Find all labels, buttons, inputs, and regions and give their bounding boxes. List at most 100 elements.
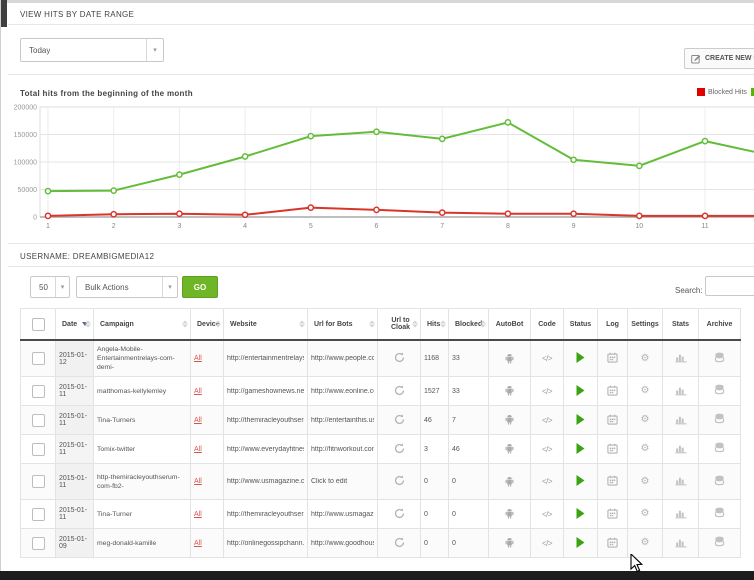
settings-cell[interactable]: ⚙ (628, 377, 663, 406)
url-to-cloak-cell[interactable] (378, 406, 421, 435)
row-checkbox[interactable] (32, 537, 45, 550)
code-cell[interactable]: </> (531, 500, 564, 529)
stats-cell[interactable] (663, 406, 699, 435)
archive-cell[interactable] (699, 377, 741, 406)
stats-cell[interactable] (663, 464, 699, 500)
device-all-link[interactable]: All (194, 478, 202, 485)
log-cell[interactable] (598, 435, 628, 464)
date-range-select[interactable]: Today ▾ (20, 38, 164, 62)
column-header-device[interactable]: Device (191, 309, 224, 341)
settings-cell[interactable]: ⚙ (628, 435, 663, 464)
url-to-cloak-cell[interactable] (378, 500, 421, 529)
log-cell[interactable] (598, 340, 628, 377)
autobot-cell[interactable] (489, 464, 531, 500)
page-size-select[interactable]: 50 ▾ (30, 276, 70, 298)
url-for-bots-cell[interactable]: Click to edit (308, 464, 378, 500)
autobot-cell[interactable] (489, 435, 531, 464)
hits-cell: 46 (421, 406, 449, 435)
log-cell[interactable] (598, 500, 628, 529)
url-for-bots-cell[interactable]: http://www.eonline.com/n... (308, 377, 378, 406)
go-button[interactable]: GO (182, 276, 218, 298)
date-value: 2015-01-12 (59, 352, 87, 366)
column-header-url-to-cloak[interactable]: Url to Cloak (378, 309, 421, 341)
url-to-cloak-cell[interactable] (378, 464, 421, 500)
url-to-cloak-cell[interactable] (378, 340, 421, 377)
row-checkbox[interactable] (32, 475, 45, 488)
url-for-bots-cell[interactable]: http://fitnworkout.com/ (308, 435, 378, 464)
stats-cell[interactable] (663, 435, 699, 464)
column-header-blocked[interactable]: Blocked (449, 309, 489, 341)
column-header-campaign[interactable]: Campaign (94, 309, 191, 341)
archive-cell[interactable] (699, 435, 741, 464)
column-header-website[interactable]: Website (224, 309, 308, 341)
sort-toggle-icon (85, 321, 91, 328)
code-cell[interactable]: </> (531, 377, 564, 406)
settings-cell[interactable]: ⚙ (628, 406, 663, 435)
code-cell[interactable]: </> (531, 340, 564, 377)
url-for-bots: http://www.eonline.com/n... (311, 388, 374, 395)
device-all-link[interactable]: All (194, 388, 202, 395)
device-all-link[interactable]: All (194, 511, 202, 518)
autobot-cell[interactable] (489, 406, 531, 435)
device-all-link[interactable]: All (194, 355, 202, 362)
column-header-code: Code (531, 309, 564, 341)
android-robot-icon (504, 507, 515, 519)
row-checkbox[interactable] (32, 443, 45, 456)
url-for-bots-cell[interactable]: http://www.usmagazine.c... (308, 500, 378, 529)
code-cell[interactable]: </> (531, 464, 564, 500)
autobot-cell[interactable] (489, 500, 531, 529)
autobot-cell[interactable] (489, 529, 531, 558)
column-header-url-for-bots[interactable]: Url for Bots (308, 309, 378, 341)
device-all-link[interactable]: All (194, 540, 202, 547)
stats-cell[interactable] (663, 340, 699, 377)
archive-cell[interactable] (699, 464, 741, 500)
column-header-archive: Archive (699, 309, 741, 341)
url-for-bots-cell[interactable]: http://www.goodhousekee... (308, 529, 378, 558)
row-checkbox[interactable] (32, 385, 45, 398)
log-cell[interactable] (598, 377, 628, 406)
settings-cell[interactable]: ⚙ (628, 500, 663, 529)
url-for-bots-cell[interactable]: http://entertainthis.usatod... (308, 406, 378, 435)
url-for-bots-cell[interactable]: http://www.people.com/ar... (308, 340, 378, 377)
create-new-campaign-button[interactable]: CREATE NEW CAMPAIGN (684, 48, 754, 69)
url-to-cloak-cell[interactable] (378, 377, 421, 406)
column-header-hits[interactable]: Hits (421, 309, 449, 341)
column-header-date[interactable]: Date (56, 309, 94, 341)
status-cell[interactable] (564, 340, 598, 377)
status-cell[interactable] (564, 529, 598, 558)
status-cell[interactable] (564, 377, 598, 406)
stats-cell[interactable] (663, 500, 699, 529)
device-all-link[interactable]: All (194, 417, 202, 424)
log-cell[interactable] (598, 529, 628, 558)
status-cell[interactable] (564, 435, 598, 464)
row-checkbox[interactable] (32, 414, 45, 427)
row-checkbox[interactable] (32, 508, 45, 521)
autobot-cell[interactable] (489, 340, 531, 377)
stats-cell[interactable] (663, 377, 699, 406)
log-cell[interactable] (598, 464, 628, 500)
bulk-actions-select[interactable]: Bulk Actions ▾ (76, 276, 178, 298)
url-to-cloak-cell[interactable] (378, 435, 421, 464)
autobot-cell[interactable] (489, 377, 531, 406)
code-cell[interactable]: </> (531, 435, 564, 464)
log-cell[interactable] (598, 406, 628, 435)
data-point (571, 211, 576, 216)
settings-cell[interactable]: ⚙ (628, 340, 663, 377)
status-cell[interactable] (564, 500, 598, 529)
bar-chart-icon (675, 414, 687, 425)
search-input[interactable] (705, 276, 754, 296)
status-cell[interactable] (564, 464, 598, 500)
code-cell[interactable]: </> (531, 406, 564, 435)
row-checkbox[interactable] (32, 352, 45, 365)
archive-cell[interactable] (699, 340, 741, 377)
settings-cell[interactable]: ⚙ (628, 464, 663, 500)
device-all-link[interactable]: All (194, 446, 202, 453)
code-cell[interactable]: </> (531, 529, 564, 558)
archive-cell[interactable] (699, 406, 741, 435)
url-to-cloak-cell[interactable] (378, 529, 421, 558)
archive-cell[interactable] (699, 529, 741, 558)
archive-cell[interactable] (699, 500, 741, 529)
status-cell[interactable] (564, 406, 598, 435)
stats-cell[interactable] (663, 529, 699, 558)
select-all-checkbox[interactable] (32, 318, 45, 331)
